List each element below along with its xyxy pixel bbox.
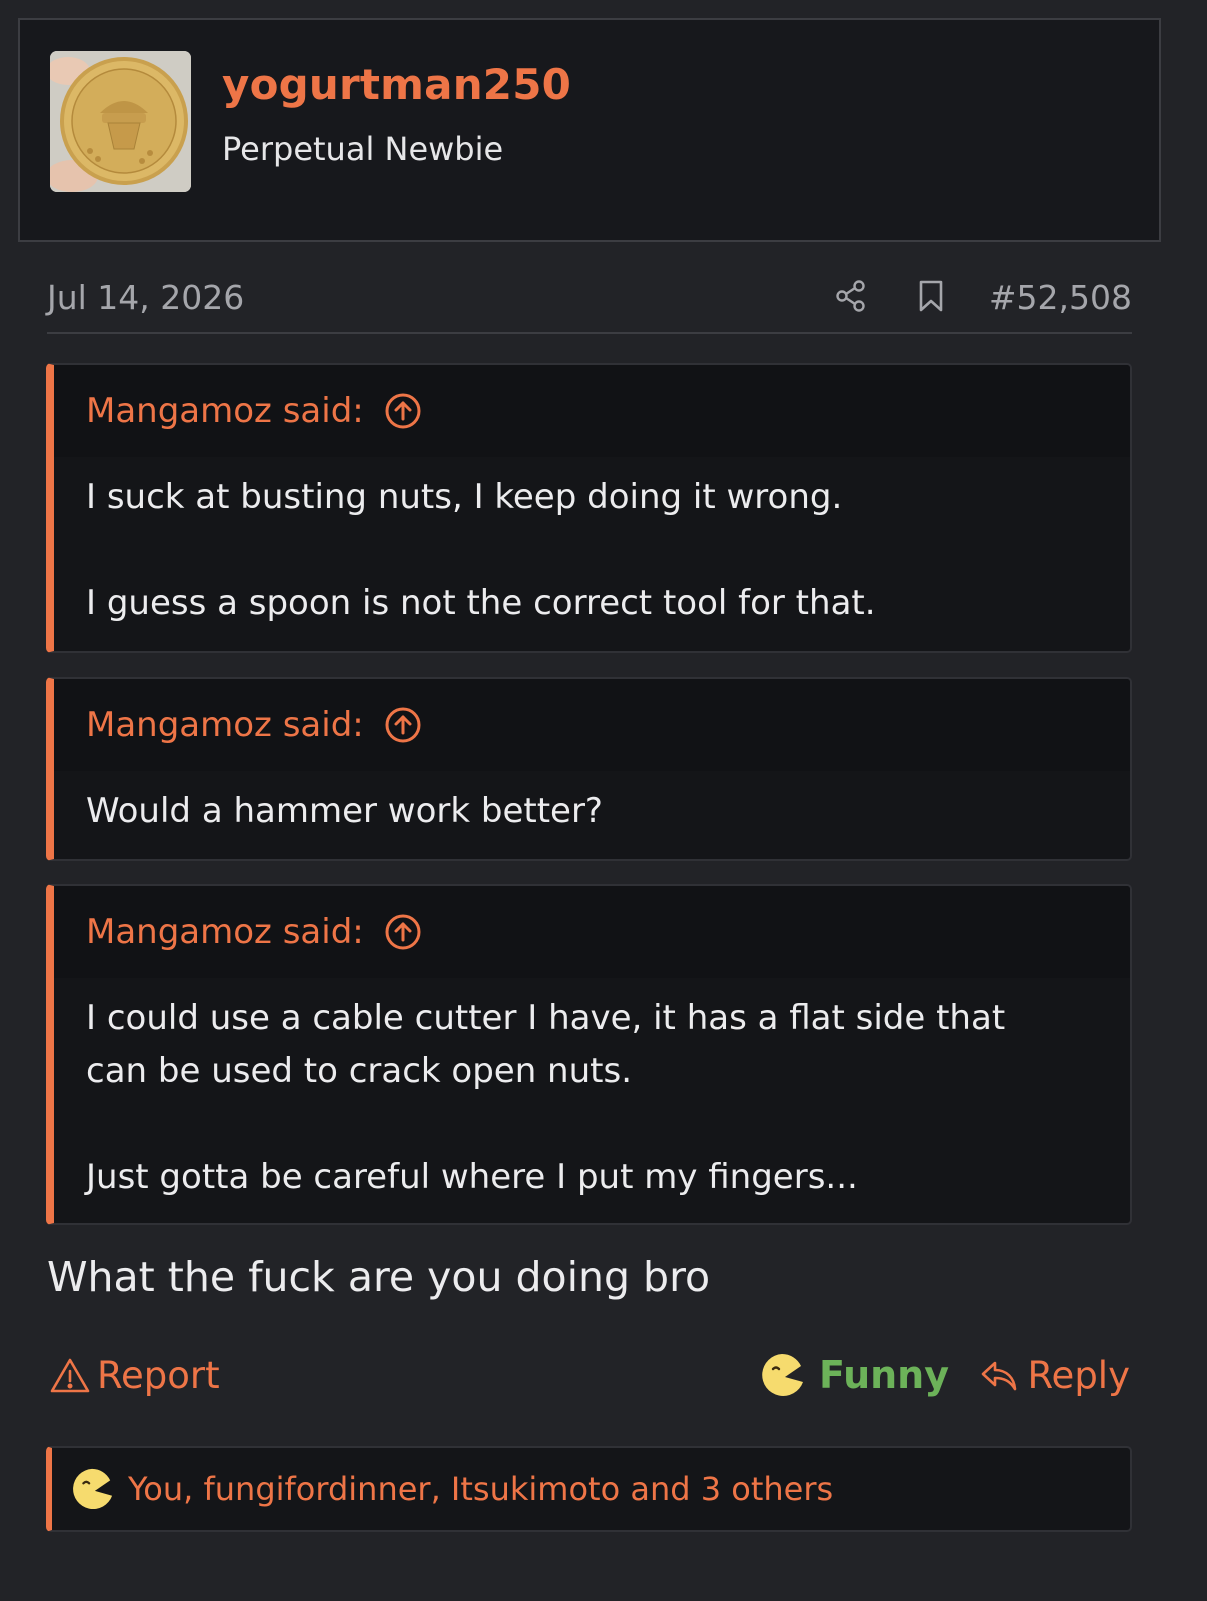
reply-button[interactable]: Reply <box>978 1354 1130 1397</box>
share-icon[interactable] <box>833 278 869 314</box>
quote-header: Mangamoz said: <box>54 679 1130 771</box>
report-button[interactable]: Report <box>49 1354 220 1397</box>
reactions-bar: You, fungifordinner, Itsukimoto and 3 ot… <box>46 1446 1132 1532</box>
post-message: What the fuck are you doing bro <box>47 1253 711 1301</box>
quote-attribution[interactable]: Mangamoz said: <box>86 705 364 745</box>
laughing-face-icon <box>73 1468 113 1510</box>
quote-body: I suck at busting nuts, I keep doing it … <box>54 457 1130 650</box>
quote-body: I could use a cable cutter I have, it ha… <box>54 978 1130 1223</box>
quote-block: Mangamoz said: I could use a cable cutte… <box>46 884 1132 1225</box>
quote-body: Would a hammer work better? <box>54 771 1130 858</box>
post-meta: Jul 14, 2026 #52,508 <box>47 272 1132 334</box>
post-number[interactable]: #52,508 <box>989 278 1132 317</box>
report-label: Report <box>97 1354 220 1397</box>
laughing-face-icon <box>762 1354 803 1396</box>
username[interactable]: yogurtman250 <box>222 60 571 109</box>
quote-header: Mangamoz said: <box>54 365 1130 457</box>
reactions-summary[interactable]: You, fungifordinner, Itsukimoto and 3 ot… <box>128 1470 833 1508</box>
quote-paragraph: I could use a cable cutter I have, it ha… <box>86 998 1006 1091</box>
gold-medal-avatar-icon <box>50 51 191 192</box>
quote-paragraph: Just gotta be careful where I put my fin… <box>86 1157 858 1197</box>
quote-attribution[interactable]: Mangamoz said: <box>86 391 364 431</box>
post-date[interactable]: Jul 14, 2026 <box>47 278 244 317</box>
user-title: Perpetual Newbie <box>222 130 504 168</box>
quote-paragraph: I guess a spoon is not the correct tool … <box>86 583 876 623</box>
quote-paragraph: Would a hammer work better? <box>86 791 603 831</box>
reply-arrow-icon <box>981 1361 1016 1390</box>
quote-paragraph: I suck at busting nuts, I keep doing it … <box>86 477 843 517</box>
quote-block: Mangamoz said: I suck at busting nuts, I… <box>46 363 1132 653</box>
jump-to-quote-icon[interactable] <box>384 913 422 951</box>
reply-label: Reply <box>1027 1354 1130 1397</box>
user-card: yogurtman250 Perpetual Newbie <box>18 18 1161 242</box>
funny-reaction-button[interactable]: Funny <box>759 1352 949 1398</box>
bookmark-icon[interactable] <box>913 278 949 314</box>
quote-attribution[interactable]: Mangamoz said: <box>86 912 364 952</box>
avatar[interactable] <box>50 51 191 192</box>
quote-header: Mangamoz said: <box>54 886 1130 978</box>
funny-label: Funny <box>819 1353 949 1397</box>
jump-to-quote-icon[interactable] <box>384 706 422 744</box>
warning-icon <box>50 1358 90 1392</box>
quote-block: Mangamoz said: Would a hammer work bette… <box>46 677 1132 861</box>
jump-to-quote-icon[interactable] <box>384 392 422 430</box>
post-actions: Report Funny Reply <box>47 1348 1132 1408</box>
